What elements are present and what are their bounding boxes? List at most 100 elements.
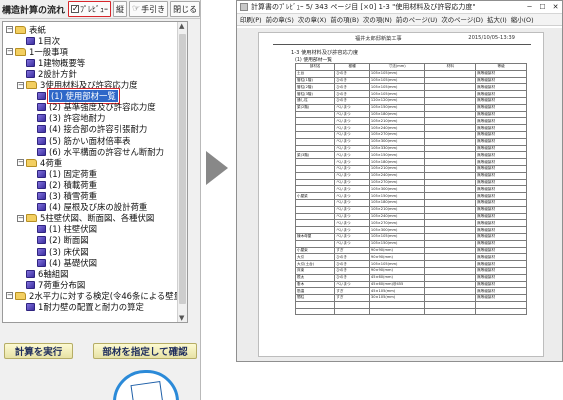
- close-icon[interactable]: ✕: [549, 3, 562, 11]
- tree-item[interactable]: (3) 許容地耐力: [28, 113, 105, 124]
- minimize-icon[interactable]: ─: [523, 3, 536, 11]
- tree-item[interactable]: −2水平力に対する検定(令46条による壁量計算): [6, 290, 187, 301]
- table-cell: [424, 253, 477, 262]
- table-cell: [294, 205, 336, 214]
- tree-item[interactable]: (2) 積載荷重: [28, 179, 97, 190]
- table-cell: 90×90(mm): [368, 266, 426, 275]
- tree-item[interactable]: −1一般事項: [6, 46, 68, 57]
- guide-button[interactable]: ☞ 手引き: [129, 1, 169, 17]
- table-cell: [294, 110, 336, 119]
- tree-item[interactable]: (1) 柱壁伏図: [28, 224, 97, 235]
- table-cell: 棟木母屋: [294, 232, 336, 241]
- page-icon: [37, 114, 46, 123]
- tree-item[interactable]: 7荷重分布図: [17, 279, 85, 290]
- table-cell: [294, 124, 336, 132]
- tree-item[interactable]: (1) 固定荷重: [28, 168, 97, 179]
- tree-item[interactable]: (2) 断面図: [28, 235, 89, 246]
- tree-item[interactable]: (3) 床伏図: [28, 246, 89, 257]
- scroll-down-icon[interactable]: ▼: [179, 314, 184, 322]
- tree-item[interactable]: (4) 屋根及び床の設計荷重: [28, 202, 147, 213]
- table-cell: 105×150(mm): [368, 239, 426, 248]
- table-cell: 105×210(mm): [368, 117, 426, 126]
- table-cell: [424, 76, 477, 85]
- table-cell: ひのき: [334, 273, 370, 282]
- collapse-toggle-icon[interactable]: −: [6, 26, 13, 33]
- menu-item[interactable]: 前のページ(U): [396, 15, 438, 24]
- folder-icon: [15, 47, 26, 56]
- page-icon: [37, 258, 46, 267]
- tree-item[interactable]: −3使用材料及び許容応力度: [17, 80, 137, 91]
- menu-item[interactable]: 次の項(N): [363, 15, 392, 24]
- tree-item[interactable]: (1) 使用部材一覧: [28, 88, 120, 105]
- tree-item[interactable]: 6軸組図: [17, 268, 68, 279]
- table-cell: ベいまつ: [334, 226, 370, 234]
- doc-header: 福井太郎邸新築工事 2015/10/05-13:39: [259, 35, 545, 43]
- tree-item[interactable]: (4) 接合部の許容引張耐力: [28, 124, 147, 135]
- tree-item[interactable]: (3) 積雪荷重: [28, 191, 97, 202]
- page-icon: [37, 169, 46, 178]
- scroll-up-icon[interactable]: ▲: [179, 22, 184, 30]
- table-row: 通し柱 ひのき 120×120(mm) 無等級製材: [294, 96, 527, 105]
- table-row: ベいまつ 105×240(mm) 無等級製材: [294, 171, 527, 180]
- table-cell: 105×150(mm): [368, 192, 426, 200]
- tree-scrollbar[interactable]: ▲ ▼: [177, 22, 187, 322]
- confirm-member-button[interactable]: 部材を指定して確認: [93, 343, 197, 359]
- tree-item[interactable]: 1耐力壁の配置と耐力の算定: [17, 302, 144, 313]
- table-cell: 無等級製材: [475, 192, 527, 200]
- collapse-toggle-icon[interactable]: −: [6, 292, 13, 300]
- collapse-toggle-icon[interactable]: −: [6, 48, 13, 56]
- tree-item[interactable]: (4) 基礎伏図: [28, 257, 97, 268]
- tree-item[interactable]: 1目次: [17, 35, 60, 46]
- tree-item[interactable]: 2設計方針: [17, 68, 77, 79]
- tree-item[interactable]: −5柱壁伏図、断面図、各種伏図: [17, 213, 154, 224]
- menu-item[interactable]: 前の章(S): [266, 15, 294, 24]
- menu-item[interactable]: 縮小(O): [511, 15, 534, 24]
- vertical-button[interactable]: 縦: [113, 1, 128, 17]
- menu-item[interactable]: 拡大(I): [487, 15, 507, 24]
- tree-item[interactable]: 1建物概要等: [17, 57, 85, 68]
- confirm-member-button-label: 部材を指定して確認: [102, 347, 188, 358]
- table-row: 棟木母屋 ベいまつ 105×105(mm) 無等級製材: [294, 232, 527, 241]
- table-cell: ひのき: [334, 96, 370, 105]
- collapse-toggle-icon[interactable]: −: [17, 81, 24, 89]
- table-cell: ベいまつ: [334, 164, 370, 173]
- preview-toggle[interactable]: ✓ ﾌﾟﾚﾋﾞｭｰ: [68, 1, 112, 17]
- checkbox-checked-icon[interactable]: ✓: [71, 5, 80, 13]
- table-cell: 105×150(mm): [368, 103, 426, 112]
- table-cell: [475, 300, 527, 309]
- table-cell: [424, 117, 477, 126]
- maximize-icon[interactable]: ☐: [536, 3, 549, 11]
- tree-item[interactable]: (6) 水平構面の許容せん断耐力: [28, 146, 164, 157]
- tree-item[interactable]: (5) 筋かい面材倍率表: [28, 135, 131, 146]
- scrollbar-thumb[interactable]: [179, 34, 186, 304]
- table-cell: [294, 226, 336, 234]
- collapse-toggle-icon[interactable]: −: [17, 214, 24, 222]
- menu-item[interactable]: 次の章(X): [298, 15, 327, 24]
- table-cell: 105×180(mm): [368, 110, 426, 119]
- page-icon: [26, 269, 35, 278]
- menu-item[interactable]: 次のページ(D): [441, 15, 483, 24]
- table-cell: 無等級製材: [475, 287, 527, 296]
- tree-item[interactable]: −4荷重: [17, 157, 62, 168]
- project-name: 福井太郎邸新築工事: [355, 36, 402, 42]
- table-cell: [424, 69, 477, 78]
- table-cell: [424, 294, 477, 302]
- menu-item[interactable]: 印刷(P): [240, 15, 262, 24]
- menu-item[interactable]: 前の項(B): [330, 15, 359, 24]
- tree-item[interactable]: − 表紙: [6, 24, 46, 35]
- table-cell: [424, 260, 477, 268]
- table-cell: [294, 137, 336, 146]
- tree-item[interactable]: (2) 基準強度及び許容応力度: [28, 102, 156, 113]
- page-icon: [37, 225, 46, 234]
- close-panel-button[interactable]: 閉じる: [170, 1, 200, 17]
- calculate-button[interactable]: 計算を実行: [4, 343, 73, 359]
- table-cell: ベいまつ: [334, 185, 370, 194]
- collapse-toggle-icon[interactable]: −: [17, 159, 24, 167]
- table-cell: 無等級製材: [475, 124, 527, 132]
- table-cell: 無等級製材: [475, 294, 527, 302]
